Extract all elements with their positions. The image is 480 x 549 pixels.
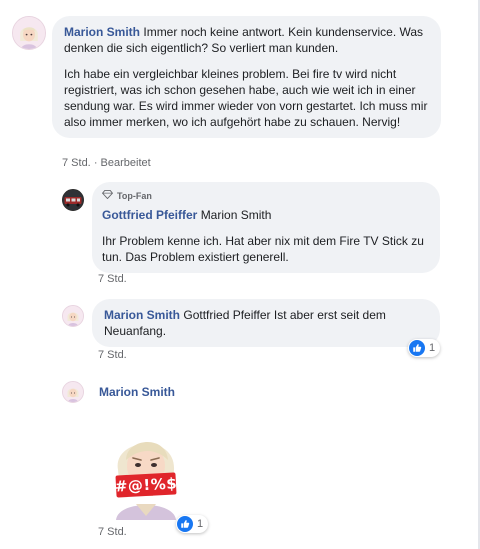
comment-paragraph-2: Ich habe ein vergleichbar kleines proble… xyxy=(64,67,428,129)
thumbs-up-icon xyxy=(409,340,425,356)
reply-mention[interactable]: Gottfried Pfeiffer xyxy=(183,308,270,322)
sticker-image xyxy=(116,441,176,520)
reaction-badge[interactable]: 1 xyxy=(176,515,209,533)
reply-time[interactable]: 7 Std. xyxy=(98,273,127,285)
reply-meta: 7 Std. xyxy=(98,273,127,285)
top-fan-badge: Top-Fan xyxy=(101,188,430,204)
reply-time[interactable]: 7 Std. xyxy=(98,526,127,538)
meta-separator: · xyxy=(93,157,98,169)
avatar-image xyxy=(63,306,83,326)
avatar-gottfried[interactable] xyxy=(62,189,84,211)
comment-edited[interactable]: Bearbeitet xyxy=(101,157,151,169)
comment-bubble: Marion Smith Immer noch keine antwort. K… xyxy=(52,16,441,138)
reply-text-line: Marion Smith Gottfried Pfeiffer Ist aber… xyxy=(104,307,428,339)
thumbs-up-icon xyxy=(177,516,193,532)
reply-bubble-gottfried: Top-Fan Gottfried Pfeiffer Marion Smith … xyxy=(92,182,440,273)
avatar-marion[interactable] xyxy=(62,305,84,327)
comment-author[interactable]: Marion Smith xyxy=(64,25,140,39)
sticker[interactable]: #@!%$ xyxy=(106,420,186,520)
sticker-text: #@!%$ xyxy=(114,474,178,496)
comment-text-1: Marion Smith Immer noch keine antwort. K… xyxy=(64,24,429,56)
reaction-count: 1 xyxy=(429,342,436,354)
comment-meta: 7 Std. · Bearbeitet xyxy=(62,157,151,169)
avatar-marion[interactable] xyxy=(12,16,46,50)
avatar-image xyxy=(63,190,83,210)
reply-author[interactable]: Gottfried Pfeiffer xyxy=(102,208,197,222)
avatar-image xyxy=(63,382,83,402)
reply-author[interactable]: Marion Smith xyxy=(99,385,175,399)
avatar-marion[interactable] xyxy=(62,381,84,403)
top-fan-label: Top-Fan xyxy=(117,191,152,201)
reply-time[interactable]: 7 Std. xyxy=(98,349,127,361)
sticker-author-line: Marion Smith xyxy=(99,385,175,399)
reply-meta: 7 Std. xyxy=(98,349,127,361)
reaction-badge[interactable]: 1 xyxy=(408,339,441,357)
reply-mention[interactable]: Marion Smith xyxy=(201,208,272,222)
reply-header: Gottfried Pfeiffer Marion Smith xyxy=(102,207,430,223)
reaction-count: 1 xyxy=(197,518,204,530)
reply-author[interactable]: Marion Smith xyxy=(104,308,180,322)
reply-text: Ihr Problem kenne ich. Hat aber nix mit … xyxy=(102,234,424,264)
reply-meta: 7 Std. xyxy=(98,526,127,538)
comment-time[interactable]: 7 Std. xyxy=(62,157,91,169)
reply-bubble-marion: Marion Smith Gottfried Pfeiffer Ist aber… xyxy=(92,299,440,347)
diamond-icon xyxy=(101,188,114,204)
sticker-censor-bar: #@!%$ xyxy=(114,472,178,498)
avatar-image xyxy=(13,17,45,49)
